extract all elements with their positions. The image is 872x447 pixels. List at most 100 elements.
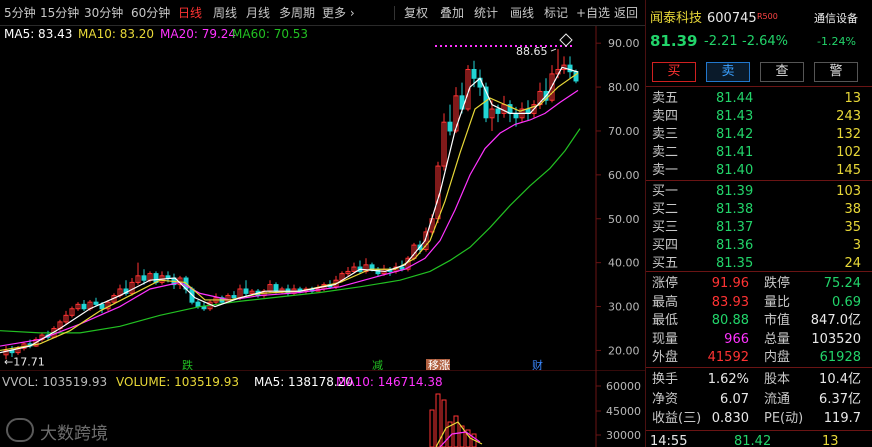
period-tab-0[interactable]: 5分钟 [4,0,36,26]
kline-chart[interactable]: 90.00 80.00 70.00 60.00 50.00 40.00 30.00 20.00… [0,26,645,370]
stat-label: 股本 [764,372,791,387]
toolbar-action-6[interactable]: 返回 [614,0,638,26]
level-volume: 243 [836,109,861,124]
last-price: 81.39 [650,32,698,50]
period-tab-5[interactable]: 周线 [213,0,237,26]
stat-value: 966 [724,331,749,347]
ma20-line [0,89,579,347]
ask-row: 卖一 81.40 145 [646,161,872,180]
candle-body [447,121,453,132]
stat-label: 内盘 [764,350,791,365]
level-price: 81.42 [716,127,754,142]
stock-name: 闻泰科技 [650,11,703,26]
y-tick-label: 50.00 [608,213,640,226]
price-row: 81.39 -2.21 -2.64% -1.24% [646,32,872,52]
candle-body [81,303,87,310]
alert-button[interactable]: 警 [814,62,858,82]
stat-value: 10.4亿 [819,372,861,387]
level-price: 81.40 [716,163,754,178]
ask-row: 卖三 81.42 132 [646,125,872,144]
stat-value: 61928 [819,350,861,365]
candle-body [513,112,519,119]
bid-row: 买四 81.36 3 [646,236,872,255]
stat-value: 6.37亿 [819,391,861,407]
volume-bar [435,393,441,447]
y-tick-label: 40.00 [608,257,640,270]
high-price-label: 88.65 [516,45,548,58]
volume-bar [453,415,459,447]
period-tab-6[interactable]: 月线 [246,0,270,26]
stock-terminal: { "toolbar":{ "periods":["5分钟","15分钟","3… [0,0,872,447]
price-change: -2.21 [704,34,738,49]
y-tick-label: 70.00 [608,125,640,138]
divider [646,367,872,368]
candle-body [231,295,237,299]
period-tab-1[interactable]: 15分钟 [40,0,79,26]
event-tag: 减 [372,359,383,370]
stat-label: 净资 [652,391,679,407]
high-price-pointer [550,48,557,52]
stat-label: PE(动) [764,411,804,426]
stat-value: 75.24 [823,276,861,291]
stock-badge: R500 [757,12,778,21]
sell-button[interactable]: 卖 [706,62,750,82]
toolbar-separator [394,6,395,20]
ma10-line [0,72,579,352]
toolbar-action-4[interactable]: 标记 [544,0,568,26]
selected-candle-marker [559,33,573,47]
period-tab-4[interactable]: 日线 [178,0,202,26]
stat-row: 换手 1.62% 股本 10.4亿 [646,370,872,389]
level-volume: 3 [852,238,861,253]
stat-row: 最低 80.88 市值 847.0亿 [646,311,872,330]
stat-label: 涨停 [652,276,679,291]
toolbar-action-3[interactable]: 画线 [510,0,534,26]
stat-value: 80.88 [711,313,749,328]
stat-label: 量比 [764,294,791,310]
quote-panel: 闻泰科技 600745 R500 通信设备 81.39 -2.21 -2.64%… [645,0,872,447]
stat-value: 847.0亿 [810,313,861,328]
stat-value: 91.96 [711,276,749,291]
stat-value: 0.69 [832,294,861,310]
candle-body [273,284,279,292]
buy-button[interactable]: 买 [652,62,696,82]
ma5-line [0,66,579,354]
volume-bar [429,409,435,447]
candle-body [99,303,105,310]
candle-body [525,108,531,114]
toolbar-action-2[interactable]: 统计 [474,0,498,26]
toolbar-action-0[interactable]: 复权 [404,0,428,26]
candle-body [165,275,171,279]
price-change-pct: -2.64% [742,34,788,49]
level-label: 卖三 [652,127,679,142]
tick-price: 81.42 [734,434,772,447]
stat-label: 总量 [764,331,791,347]
toolbar-action-5[interactable]: +自选 [576,0,610,26]
toolbar-action-1[interactable]: 叠加 [440,0,464,26]
industry-label[interactable]: 通信设备 [814,9,858,28]
stat-label: 现量 [652,331,679,347]
bid-row: 买一 81.39 103 [646,182,872,201]
period-tab-2[interactable]: 30分钟 [84,0,123,26]
stat-row: 涨停 91.96 跌停 75.24 [646,274,872,293]
candle-body [567,64,573,73]
stat-label: 市值 [764,313,791,328]
candle-body [243,288,249,294]
period-tab-8[interactable]: 更多 › [322,0,355,26]
level-label: 买三 [652,220,679,235]
ask-row: 卖四 81.43 243 [646,107,872,126]
level-volume: 132 [836,127,861,142]
y-tick-label: 80.00 [608,81,640,94]
tick-row: 14:55 81.42 13 [646,432,872,447]
candle-body [201,306,207,310]
y-tick-label: 90.00 [608,37,640,50]
stat-row: 收益(三) 0.830 PE(动) 119.7 [646,409,872,428]
stat-value: 103520 [811,331,861,347]
candle-body [471,69,477,79]
stat-value: 1.62% [707,372,749,387]
period-tab-3[interactable]: 60分钟 [131,0,170,26]
period-tab-7[interactable]: 多周期 [279,0,315,26]
query-button[interactable]: 查 [760,62,804,82]
level-price: 81.39 [716,184,754,199]
level-label: 卖二 [652,145,679,160]
stat-label: 外盘 [652,350,679,365]
